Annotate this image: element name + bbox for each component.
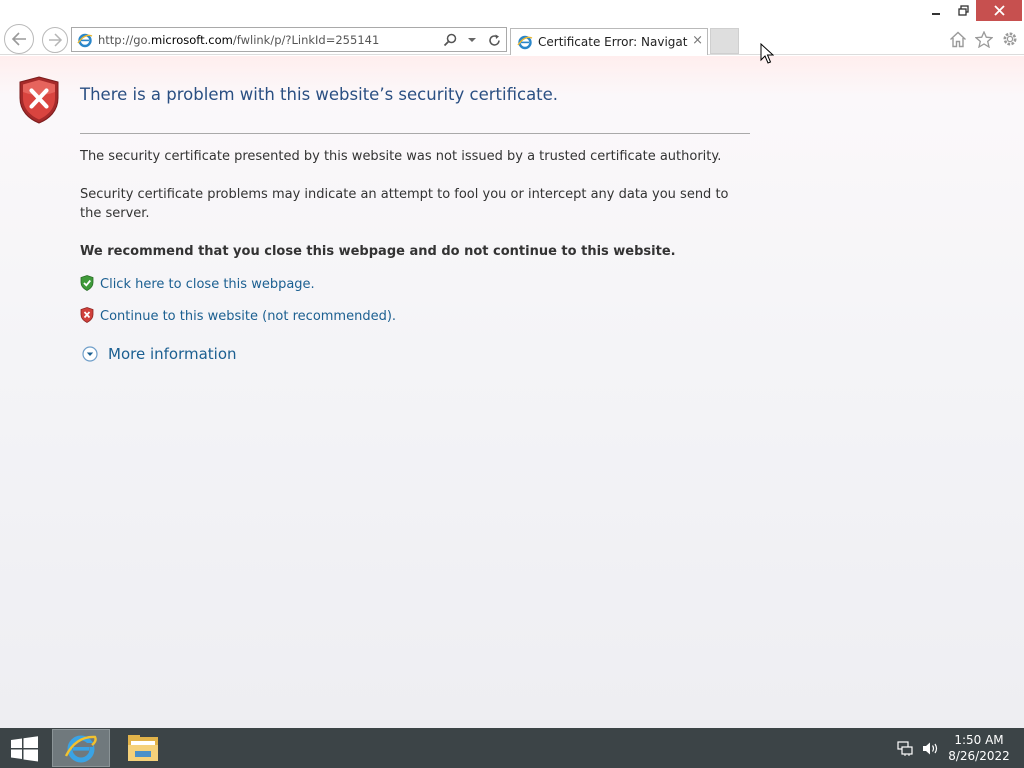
dropdown-icon[interactable] — [464, 32, 480, 48]
ie-favicon — [77, 32, 93, 48]
shield-x-icon — [80, 307, 94, 323]
recommendation-text: We recommend that you close this webpage… — [80, 244, 676, 259]
risk-description: Security certificate problems may indica… — [80, 187, 729, 221]
address-bar[interactable]: http://go.microsoft.com/fwlink/p/?LinkId… — [71, 27, 507, 52]
more-information-label: More information — [108, 345, 237, 363]
screen: http://go.microsoft.com/fwlink/p/?LinkId… — [0, 0, 1024, 768]
start-button[interactable] — [10, 736, 40, 762]
tab-title: Certificate Error: Navigation... — [538, 35, 688, 49]
expand-chevron-icon — [82, 346, 98, 362]
clock-date: 8/26/2022 — [948, 749, 1010, 763]
close-page-link[interactable]: Click here to close this webpage. — [100, 277, 315, 292]
continue-link[interactable]: Continue to this website (not recommende… — [100, 309, 396, 324]
minimize-button[interactable] — [922, 0, 950, 21]
clock-time: 1:50 AM — [954, 733, 1004, 747]
tab-certificate-error[interactable]: Certificate Error: Navigation... × — [510, 28, 708, 55]
gear-icon[interactable] — [1000, 29, 1020, 49]
volume-icon[interactable] — [922, 740, 940, 757]
certificate-error-page: There is a problem with this website’s s… — [0, 56, 1024, 728]
network-icon[interactable] — [896, 740, 914, 757]
more-information-toggle[interactable]: More information — [82, 345, 237, 363]
internet-explorer-icon — [64, 735, 97, 763]
shield-check-icon — [80, 275, 94, 291]
home-icon[interactable] — [948, 29, 968, 49]
search-icon[interactable] — [442, 32, 458, 48]
divider — [80, 133, 750, 134]
url-prefix: http://go. — [98, 32, 152, 47]
clock[interactable]: 1:50 AM 8/26/2022 — [940, 733, 1018, 764]
refresh-icon[interactable] — [486, 32, 502, 48]
close-page-action[interactable]: Click here to close this webpage. — [80, 275, 315, 292]
continue-action[interactable]: Continue to this website (not recommende… — [80, 307, 396, 324]
taskbar-internet-explorer[interactable] — [52, 729, 110, 767]
forward-arrow-icon — [49, 33, 63, 47]
page-title: There is a problem with this website’s s… — [80, 85, 559, 104]
taskbar-file-explorer[interactable] — [118, 729, 168, 767]
mouse-cursor-icon — [760, 43, 774, 64]
address-url[interactable]: http://go.microsoft.com/fwlink/p/?LinkId… — [98, 33, 379, 47]
system-tray — [896, 740, 940, 757]
minimize-icon — [932, 12, 940, 15]
star-icon[interactable] — [974, 29, 994, 49]
taskbar: 1:50 AM 8/26/2022 — [0, 728, 1024, 768]
new-tab-button[interactable] — [710, 28, 739, 54]
forward-button[interactable] — [42, 27, 68, 53]
shield-error-icon — [19, 76, 59, 124]
url-path: /fwlink/p/?LinkId=255141 — [232, 32, 380, 47]
ie-favicon — [517, 34, 533, 50]
error-description: The security certificate presented by th… — [80, 149, 722, 164]
back-arrow-icon — [11, 32, 26, 46]
close-icon — [993, 5, 1005, 16]
windows-logo-icon — [11, 736, 38, 762]
close-window-button[interactable] — [976, 0, 1022, 21]
url-domain: microsoft.com — [151, 32, 233, 47]
restore-button[interactable] — [950, 0, 976, 21]
back-button[interactable] — [4, 24, 34, 54]
restore-icon — [957, 5, 969, 16]
browser-toolbar: http://go.microsoft.com/fwlink/p/?LinkId… — [0, 0, 1024, 55]
folder-icon — [128, 735, 158, 761]
tab-close-icon[interactable]: × — [692, 34, 703, 48]
